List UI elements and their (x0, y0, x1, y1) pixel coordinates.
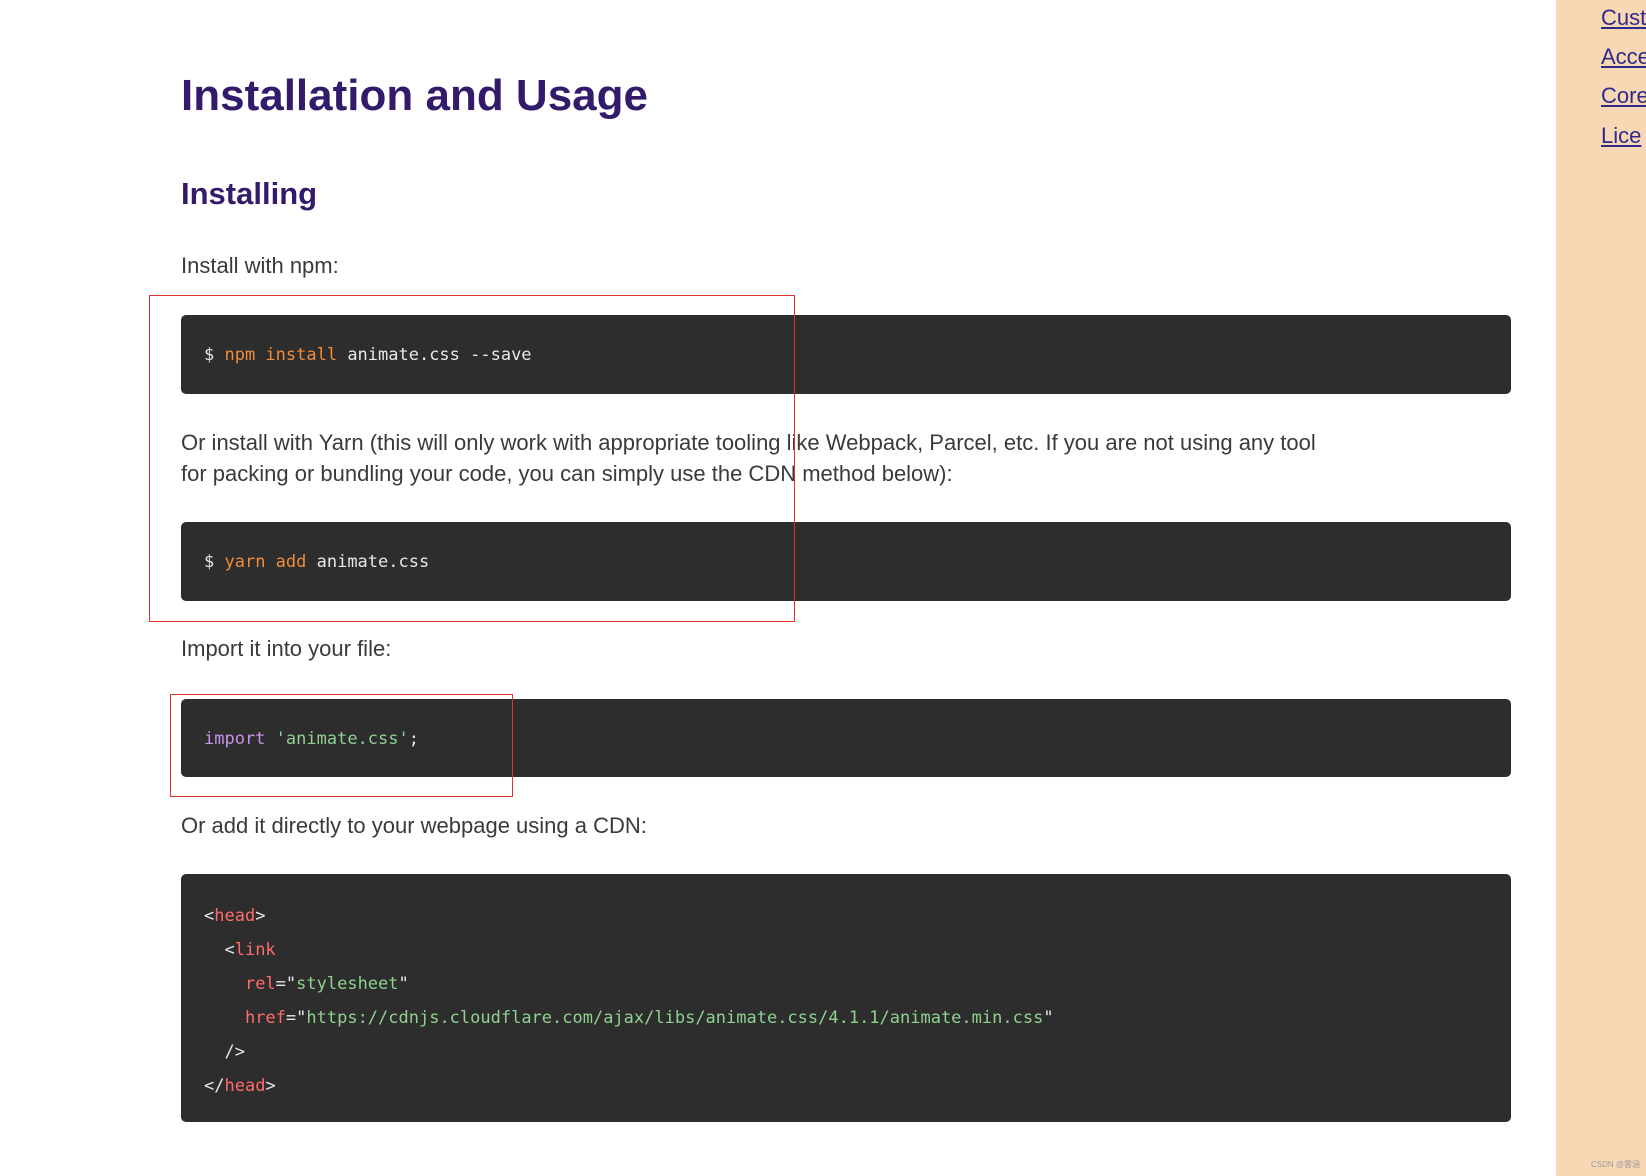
code-command: npm install (224, 345, 338, 365)
code-block-import: import 'animate.css'; (181, 699, 1511, 777)
sidebar-toc: Cust Acce Core Lice CSDN @雲涵 (1556, 0, 1646, 1176)
code-line: <head> (204, 904, 265, 928)
code-punct: =" (275, 974, 297, 994)
sidebar-item-core-team[interactable]: Core (1601, 83, 1646, 109)
code-semicolon: ; (408, 729, 419, 749)
code-line: $ npm install animate.css --save (204, 343, 532, 367)
code-line: rel="stylesheet" (204, 972, 409, 996)
paragraph-npm: Install with npm: (181, 253, 339, 278)
code-string: https://cdnjs.cloudflare.com/ajax/libs/a… (306, 1008, 1044, 1028)
code-line: href="https://cdnjs.cloudflare.com/ajax/… (204, 1006, 1054, 1030)
code-tag: link (234, 940, 276, 960)
code-punct: " (1043, 1008, 1054, 1028)
code-line: /> (204, 1040, 245, 1064)
code-string: 'animate.css' (275, 729, 409, 749)
code-attr: rel (244, 974, 276, 994)
code-prompt: $ (204, 345, 225, 365)
code-args: animate.css --save (337, 345, 532, 365)
code-line: $ yarn add animate.css (204, 550, 429, 574)
code-string: stylesheet (296, 974, 399, 994)
section-heading-installing: Installing (181, 176, 318, 211)
code-command: yarn add (224, 552, 307, 572)
code-prompt: $ (204, 552, 225, 572)
code-punct: " (398, 974, 409, 994)
sidebar-item-license[interactable]: Lice (1601, 123, 1641, 149)
code-args: animate.css (306, 552, 430, 572)
code-punct: < (204, 940, 235, 960)
code-punct: > (255, 906, 266, 926)
paragraph-cdn: Or add it directly to your webpage using… (181, 813, 647, 838)
code-block-yarn: $ yarn add animate.css (181, 522, 1511, 601)
paragraph-yarn-line-1: Or install with Yarn (this will only wor… (181, 430, 1316, 455)
page-title: Installation and Usage (181, 71, 648, 120)
code-punct: > (265, 1076, 276, 1096)
watermark: CSDN @雲涵 (1590, 1160, 1640, 1169)
code-block-npm: $ npm install animate.css --save (181, 315, 1511, 394)
sidebar-item-customizing[interactable]: Cust (1601, 5, 1646, 31)
code-line: <link (204, 938, 276, 962)
code-tag: head (224, 1076, 266, 1096)
code-punct: < (204, 906, 215, 926)
code-punct: /> (204, 1042, 245, 1062)
paragraph-yarn: Or install with Yarn (this will only wor… (181, 427, 1316, 489)
paragraph-yarn-line-2: for packing or bundling your code, you c… (181, 461, 953, 486)
code-line: </head> (204, 1074, 276, 1098)
code-punct: =" (285, 1008, 307, 1028)
code-tag: head (214, 906, 256, 926)
code-keyword: import (204, 729, 266, 749)
main-content: Installation and Usage Installing Instal… (0, 0, 1556, 1176)
code-line: import 'animate.css'; (204, 727, 419, 751)
code-punct: </ (204, 1076, 225, 1096)
paragraph-import: Import it into your file: (181, 636, 392, 661)
code-attr: href (244, 1008, 286, 1028)
code-block-cdn: <head> <link rel="stylesheet" href="http… (181, 874, 1511, 1122)
sidebar-item-accessibility[interactable]: Acce (1601, 44, 1646, 70)
